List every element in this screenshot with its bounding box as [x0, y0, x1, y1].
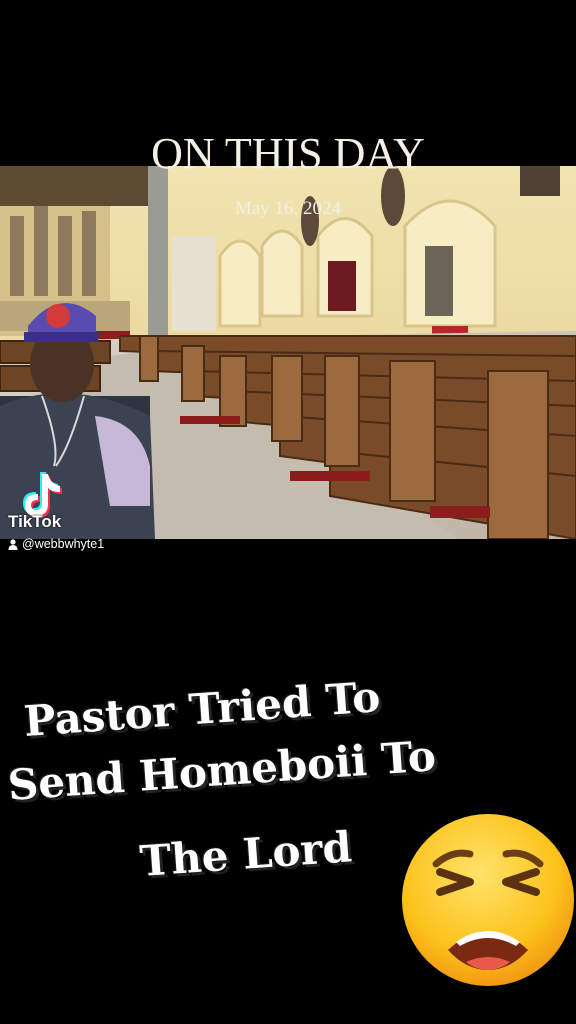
video-frame[interactable]: [0, 166, 576, 539]
on-this-day-date: May 16, 2024: [234, 198, 342, 219]
user-icon: [8, 538, 18, 550]
weary-face-emoji-icon: [402, 814, 574, 986]
on-this-day-title: ON THIS DAY: [151, 129, 425, 178]
church-scene-image: [0, 166, 576, 539]
tiktok-handle: @webbwhyte1: [8, 537, 104, 551]
tiktok-brand-label: TikTok: [8, 512, 62, 531]
caption-line-3: The Lord: [138, 822, 354, 886]
tiktok-handle-text: @webbwhyte1: [22, 537, 105, 551]
